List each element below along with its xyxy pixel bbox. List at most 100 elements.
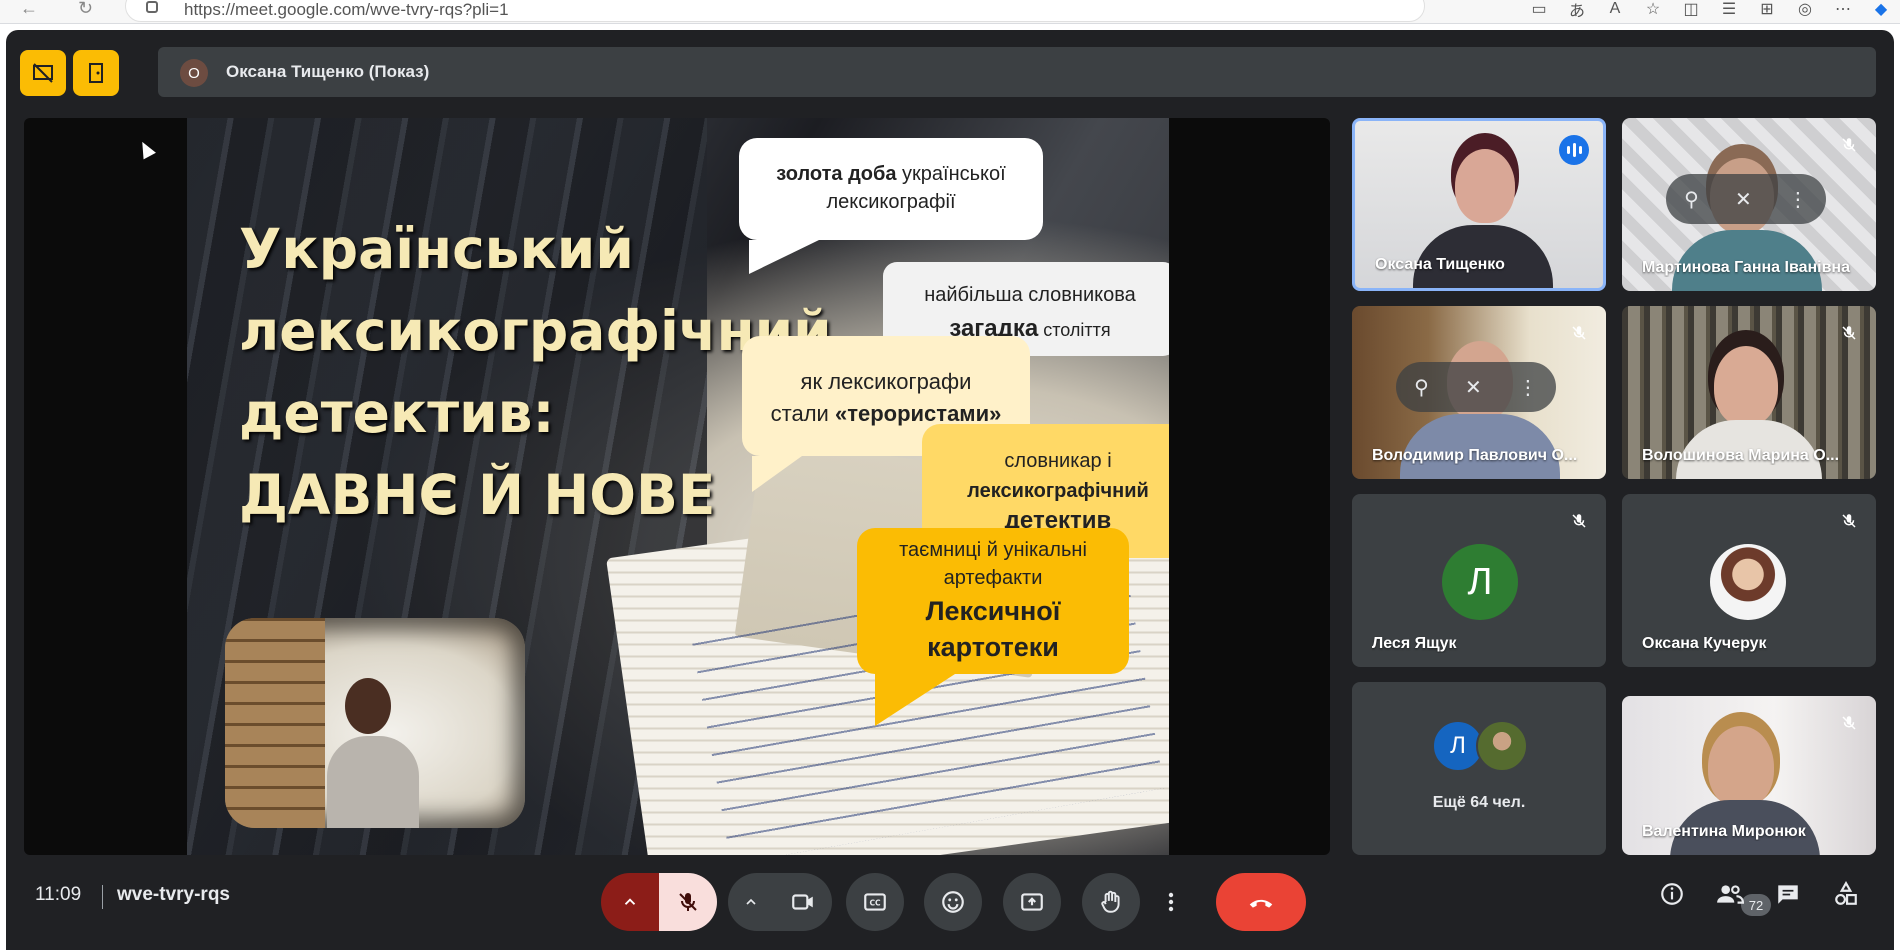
participant-tile[interactable]: ⚲ ✕ ⋮ Мартинова Ганна Іванівна <box>1622 118 1876 291</box>
mic-off-icon <box>1566 320 1592 346</box>
closed-captions-icon: CC <box>864 893 886 911</box>
mute-participant-icon[interactable]: ✕ <box>1735 187 1752 212</box>
catalog-drawers <box>225 618 325 828</box>
address-bar[interactable]: https://meet.google.com/wve-tvry-rqs?pli… <box>125 0 1425 22</box>
participant-name: Леся Ящук <box>1372 635 1457 652</box>
participant-name: Володимир Павлович О... <box>1372 447 1578 464</box>
reload-icon[interactable]: ↻ <box>78 0 93 17</box>
presenter-avatar: О <box>180 59 208 87</box>
bubble-text: як лексикографи <box>800 369 972 394</box>
presenter-label: Оксана Тищенко (Показ) <box>226 62 430 81</box>
people-button[interactable] <box>1712 876 1748 912</box>
hide-presentation-icon <box>33 63 53 83</box>
more-participants-tile[interactable]: Л Ещё 64 чел. <box>1352 682 1606 855</box>
mouse-cursor-icon <box>136 138 156 160</box>
mic-off-icon <box>1836 320 1862 346</box>
bubble-text: стали <box>770 401 835 426</box>
chevron-up-icon <box>746 898 756 905</box>
raise-hand-button[interactable] <box>1082 873 1140 931</box>
mic-off-icon <box>1836 508 1862 534</box>
participant-tile[interactable]: Оксана Кучерук <box>1622 494 1876 667</box>
copilot-icon[interactable]: ◆ <box>1862 0 1900 18</box>
more-participants-label: Ещё 64 чел. <box>1432 794 1526 811</box>
participant-name: Оксана Кучерук <box>1642 635 1767 652</box>
meeting-details-button[interactable] <box>1654 876 1690 912</box>
mute-participant-icon[interactable]: ✕ <box>1465 375 1482 400</box>
favorites-icon[interactable]: ☰ <box>1710 0 1748 18</box>
camera-indicator-icon[interactable]: ▭ <box>1520 0 1558 18</box>
participant-name: Мартинова Ганна Іванівна <box>1642 259 1850 276</box>
activities-button[interactable] <box>1828 876 1864 912</box>
present-now-button[interactable] <box>1003 873 1061 931</box>
bubble-bold-text: лексикографічний <box>967 480 1149 502</box>
activities-shapes-icon <box>1835 881 1857 905</box>
translate-icon[interactable]: あ <box>1558 0 1596 20</box>
door-icon <box>89 63 103 83</box>
read-aloud-icon[interactable]: A <box>1596 0 1634 18</box>
more-options-icon[interactable]: ⋮ <box>1788 187 1808 212</box>
speaking-indicator-icon <box>1559 135 1589 165</box>
captions-button[interactable]: CC <box>846 873 904 931</box>
presentation-stage[interactable]: Український лексикографічний детектив: Д… <box>24 118 1330 855</box>
presenter-banner: О Оксана Тищенко (Показ) <box>158 47 1876 97</box>
mic-off-icon <box>1566 508 1592 534</box>
more-options-button[interactable] <box>1156 873 1186 931</box>
leave-call-button[interactable] <box>1216 873 1306 931</box>
tile-hover-controls: ⚲ ✕ ⋮ <box>1396 362 1556 412</box>
meeting-time: 11:09 <box>35 884 82 905</box>
people-icon <box>1717 885 1744 904</box>
url-text[interactable]: https://meet.google.com/wve-tvry-rqs?pli… <box>184 0 509 20</box>
favorite-star-icon[interactable]: ☆ <box>1634 0 1672 18</box>
svg-text:CC: CC <box>869 898 881 907</box>
site-info-icon[interactable] <box>146 1 158 13</box>
reactions-button[interactable] <box>924 873 982 931</box>
back-icon[interactable]: ← <box>20 0 38 17</box>
participant-name: Валентина Миронюк <box>1642 823 1806 840</box>
participant-video <box>1714 346 1778 426</box>
split-screen-icon[interactable]: ◫ <box>1672 0 1710 18</box>
participant-tile[interactable]: Волошинова Марина О... <box>1622 306 1876 479</box>
participant-video <box>1455 149 1515 223</box>
bubble-text: найбільша словникова <box>924 284 1136 306</box>
tile-hover-controls: ⚲ ✕ ⋮ <box>1666 174 1826 224</box>
bubble-bold-text: «терористами» <box>834 401 1002 426</box>
collections-icon[interactable]: ⊞ <box>1748 0 1786 18</box>
participant-tile[interactable]: Оксана Тищенко <box>1352 118 1606 291</box>
extensions-icon[interactable]: ◎ <box>1786 0 1824 18</box>
info-icon <box>1661 883 1683 905</box>
emoji-icon <box>942 891 964 913</box>
more-options-icon[interactable]: ⋮ <box>1518 375 1538 400</box>
layout-button[interactable] <box>73 50 119 96</box>
presentation-slide: Український лексикографічний детектив: Д… <box>187 118 1169 855</box>
bubble-bold-text: золота доба <box>776 163 897 185</box>
browser-toolbar: ← ↻ https://meet.google.com/wve-tvry-rqs… <box>0 0 1900 24</box>
pin-icon[interactable]: ⚲ <box>1414 375 1429 400</box>
bubble-bold-text: Лексичної <box>925 596 1061 626</box>
browser-actions: ▭ あ A ☆ ◫ ☰ ⊞ ◎ ⋯ ◆ <box>1520 0 1900 24</box>
bubble-text: артефакти <box>943 567 1043 589</box>
pin-icon[interactable]: ⚲ <box>1684 187 1699 212</box>
chat-button[interactable] <box>1770 876 1806 912</box>
camera-toggle-button[interactable] <box>774 873 832 931</box>
participant-tile[interactable]: Л Леся Ящук <box>1352 494 1606 667</box>
stop-presentation-view-button[interactable] <box>20 50 66 96</box>
video-options-button[interactable] <box>728 873 774 931</box>
audio-options-button[interactable] <box>601 873 659 931</box>
present-screen-icon <box>1021 893 1043 911</box>
speech-bubble-card-index: таємниці й унікальні артефакти Лексичної… <box>857 528 1129 726</box>
bubble-tail <box>749 240 819 274</box>
chat-icon <box>1778 885 1798 904</box>
meeting-code: wve-tvry-rqs <box>117 884 230 905</box>
bubble-tail <box>752 456 802 492</box>
more-menu-icon[interactable]: ⋯ <box>1824 0 1862 18</box>
participant-avatar: Л <box>1442 544 1518 620</box>
chevron-up-icon <box>624 898 636 905</box>
hand-icon <box>1101 890 1120 913</box>
divider <box>102 885 103 909</box>
bubble-text: словникар і <box>1004 450 1112 472</box>
microphone-toggle-button[interactable] <box>659 873 717 931</box>
mic-off-icon <box>1836 710 1862 736</box>
camera-icon <box>792 894 813 910</box>
participant-tile[interactable]: Валентина Миронюк <box>1622 696 1876 855</box>
participant-tile[interactable]: ⚲ ✕ ⋮ Володимир Павлович О... <box>1352 306 1606 479</box>
